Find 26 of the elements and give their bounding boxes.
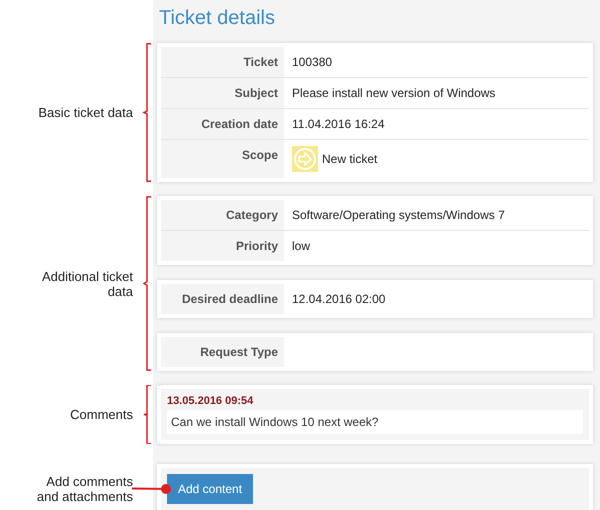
field-label: Priority xyxy=(236,239,278,253)
field-label: Creation date xyxy=(201,117,278,131)
curly-brace xyxy=(141,385,153,444)
leader-line xyxy=(132,483,172,495)
annotation-label: Comments xyxy=(70,407,133,422)
comment-text: Can we install Windows 10 next week? xyxy=(167,410,583,434)
annotation-label: Additional ticket data xyxy=(40,268,133,298)
field-label: Category xyxy=(226,208,278,222)
field-label: Subject xyxy=(234,86,278,100)
comment-timestamp: 13.05.2016 09:54 xyxy=(167,395,254,408)
field-label: Scope xyxy=(242,148,278,162)
annotation-label: Basic ticket data xyxy=(38,105,133,120)
field-label: Ticket xyxy=(244,55,278,69)
arrow-circle-icon xyxy=(292,146,318,172)
field-label: Desired deadline xyxy=(182,292,278,306)
field-value: 100380 xyxy=(292,55,332,69)
add-content-button[interactable]: Add content xyxy=(167,474,254,504)
field-value: low xyxy=(292,239,310,253)
field-value: Software/Operating systems/Windows 7 xyxy=(292,208,505,222)
field-value: 11.04.2016 16:24 xyxy=(292,117,385,131)
field-value: Please install new version of Windows xyxy=(292,86,496,100)
field-label: Request Type xyxy=(200,345,278,359)
field-value: New ticket xyxy=(322,152,378,166)
annotation-label: Add comments and attachments xyxy=(36,474,133,504)
page-title: Ticket details xyxy=(158,6,275,29)
field-value: 12.04.2016 02:00 xyxy=(292,292,386,306)
